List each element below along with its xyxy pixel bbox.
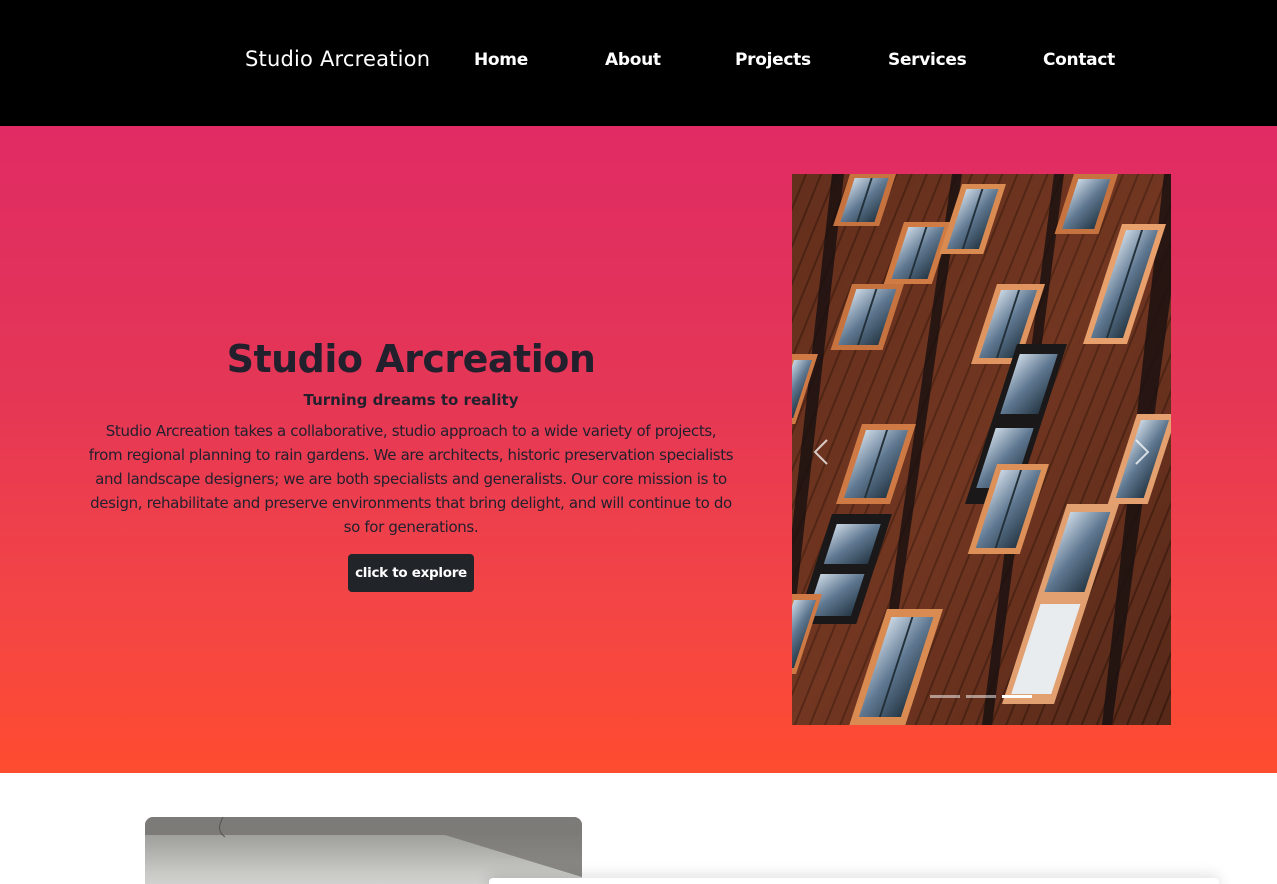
nav-link-contact[interactable]: Contact xyxy=(1043,50,1115,70)
hero-title: Studio Arcreation xyxy=(226,337,596,381)
carousel-prev-button[interactable] xyxy=(806,432,836,472)
hero-description: Studio Arcreation takes a collaborative,… xyxy=(88,422,734,536)
about-section-image xyxy=(145,817,582,884)
chevron-right-icon xyxy=(1135,439,1150,465)
nav-link-about[interactable]: About xyxy=(605,50,661,70)
carousel-indicators xyxy=(930,695,1032,699)
hero-section: Studio Arcreation Turning dreams to real… xyxy=(0,126,1277,773)
about-section-card xyxy=(489,878,1219,884)
carousel-next-button[interactable] xyxy=(1127,432,1157,472)
top-navbar: Studio Arcreation Home About Projects Se… xyxy=(0,0,1277,126)
image-carousel[interactable] xyxy=(792,174,1171,725)
interior-photo xyxy=(145,817,582,877)
carousel-indicator-3[interactable] xyxy=(1002,695,1032,698)
hero-subtitle: Turning dreams to reality xyxy=(303,391,519,409)
nav-link-projects[interactable]: Projects xyxy=(735,50,811,70)
brand-logo-link[interactable]: Studio Arcreation xyxy=(245,47,430,71)
explore-button[interactable]: click to explore xyxy=(348,554,474,592)
hero-text-block: Studio Arcreation Turning dreams to real… xyxy=(88,334,734,539)
carousel-indicator-2[interactable] xyxy=(966,695,996,698)
building-facade-image xyxy=(792,174,1171,725)
nav-link-home[interactable]: Home xyxy=(474,50,528,70)
nav-link-services[interactable]: Services xyxy=(888,50,967,70)
chevron-left-icon xyxy=(813,439,828,465)
carousel-indicator-1[interactable] xyxy=(930,695,960,698)
